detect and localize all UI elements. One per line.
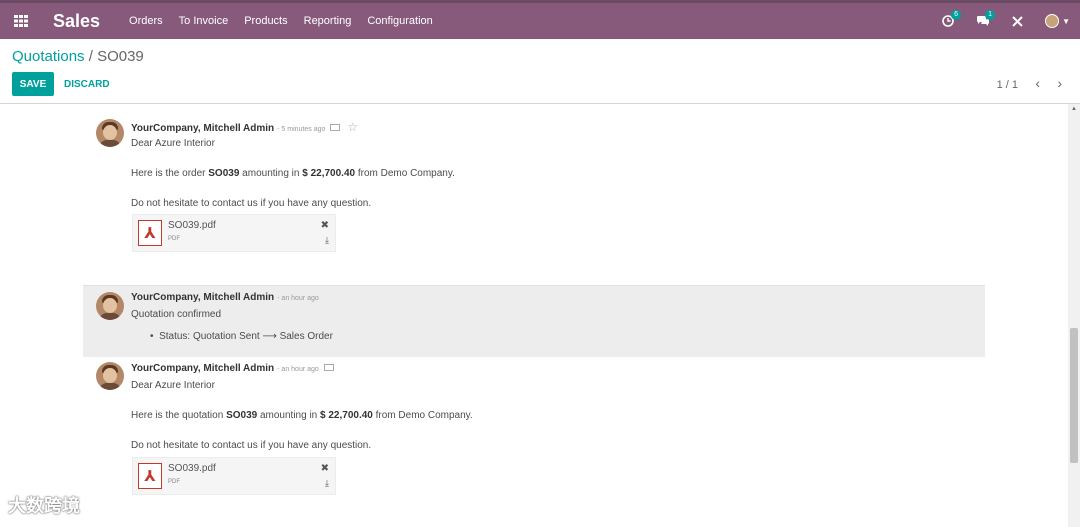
chatter-message: YourCompany, Mitchell Admin - an hour ago…: [83, 357, 985, 517]
divider: [0, 103, 1080, 104]
attachment-type: PDF: [168, 479, 180, 485]
avatar[interactable]: [96, 362, 124, 390]
activity-badge: 6: [951, 10, 961, 20]
debug-tools[interactable]: [1012, 15, 1023, 27]
avatar[interactable]: [96, 292, 124, 320]
download-icon[interactable]: ⤓: [325, 235, 329, 246]
message-closing: Do not hesitate to contact us if you hav…: [131, 198, 372, 209]
attachment[interactable]: ⅄ SO039.pdf PDF ✖ ⤓: [132, 214, 336, 252]
menu-products[interactable]: Products: [244, 15, 287, 27]
message-text: Quotation confirmed: [131, 309, 222, 320]
message-greeting: Dear Azure Interior: [131, 380, 215, 391]
scrollbar[interactable]: [1068, 104, 1080, 527]
breadcrumb-separator: /: [88, 48, 93, 65]
chatter-message: YourCompany, Mitchell Admin - an hour ago…: [83, 285, 985, 357]
breadcrumb: Quotations / SO039: [12, 48, 144, 65]
download-icon[interactable]: ⤓: [325, 478, 329, 489]
top-navbar: Sales Orders To Invoice Products Reporti…: [0, 0, 1080, 39]
author-name[interactable]: YourCompany, Mitchell Admin: [131, 123, 274, 134]
message-body: Here is the order SO039 amounting in $ 2…: [131, 168, 455, 179]
author-name[interactable]: YourCompany, Mitchell Admin: [131, 292, 274, 303]
pdf-icon: ⅄: [138, 220, 162, 246]
tracking-value: • Status: Quotation Sent ⟶ Sales Order: [150, 331, 333, 342]
menu-configuration[interactable]: Configuration: [367, 15, 432, 27]
scroll-up-arrow-icon[interactable]: ▲: [1071, 106, 1077, 112]
apps-menu-icon[interactable]: [2, 3, 40, 39]
app-brand[interactable]: Sales: [53, 11, 100, 32]
attachment[interactable]: ⅄ SO039.pdf PDF ✖ ⤓: [132, 457, 336, 495]
menu-to-invoice[interactable]: To Invoice: [179, 15, 229, 27]
message-author: YourCompany, Mitchell Admin - 5 minutes a…: [131, 120, 358, 134]
message-date: - 5 minutes ago: [277, 126, 326, 133]
attachment-name[interactable]: SO039.pdf: [168, 220, 216, 231]
save-button[interactable]: SAVE: [12, 72, 54, 96]
user-avatar: [1045, 14, 1060, 28]
messaging-menu[interactable]: 1: [976, 10, 995, 27]
chatter-message: YourCompany, Mitchell Admin - 5 minutes a…: [83, 112, 985, 262]
menu-orders[interactable]: Orders: [129, 15, 163, 27]
chevron-right-icon[interactable]: ›: [1057, 75, 1062, 91]
attachment-type: PDF: [168, 236, 180, 242]
remove-icon[interactable]: ✖: [321, 220, 329, 231]
message-author: YourCompany, Mitchell Admin - an hour ago: [131, 363, 334, 374]
message-date: - an hour ago: [277, 295, 319, 302]
pager-value[interactable]: 1 / 1: [997, 79, 1018, 91]
message-date: - an hour ago: [277, 366, 319, 373]
message-closing: Do not hesitate to contact us if you hav…: [131, 440, 372, 451]
star-icon[interactable]: ☆: [347, 120, 358, 134]
watermark: 大数跨境: [8, 496, 80, 516]
attachment-name[interactable]: SO039.pdf: [168, 463, 216, 474]
breadcrumb-current: SO039: [97, 48, 144, 65]
tools-icon: [1012, 15, 1023, 27]
message-author: YourCompany, Mitchell Admin - an hour ago: [131, 292, 319, 303]
envelope-icon[interactable]: [330, 124, 341, 131]
breadcrumb-quotations[interactable]: Quotations: [12, 48, 85, 65]
menu-reporting[interactable]: Reporting: [304, 15, 352, 27]
activity-menu[interactable]: 6: [942, 10, 961, 27]
chevron-left-icon[interactable]: ‹: [1035, 75, 1040, 91]
user-menu[interactable]: ▼: [1045, 14, 1070, 28]
author-name[interactable]: YourCompany, Mitchell Admin: [131, 363, 274, 374]
caret-down-icon: ▼: [1062, 16, 1070, 26]
discard-button[interactable]: DISCARD: [64, 72, 110, 96]
messages-badge: 1: [985, 10, 995, 20]
scrollbar-thumb[interactable]: [1070, 328, 1078, 463]
message-greeting: Dear Azure Interior: [131, 138, 215, 149]
message-body: Here is the quotation SO039 amounting in…: [131, 410, 473, 421]
remove-icon[interactable]: ✖: [321, 463, 329, 474]
pdf-icon: ⅄: [138, 463, 162, 489]
envelope-icon[interactable]: [323, 364, 334, 371]
avatar[interactable]: [96, 119, 124, 147]
